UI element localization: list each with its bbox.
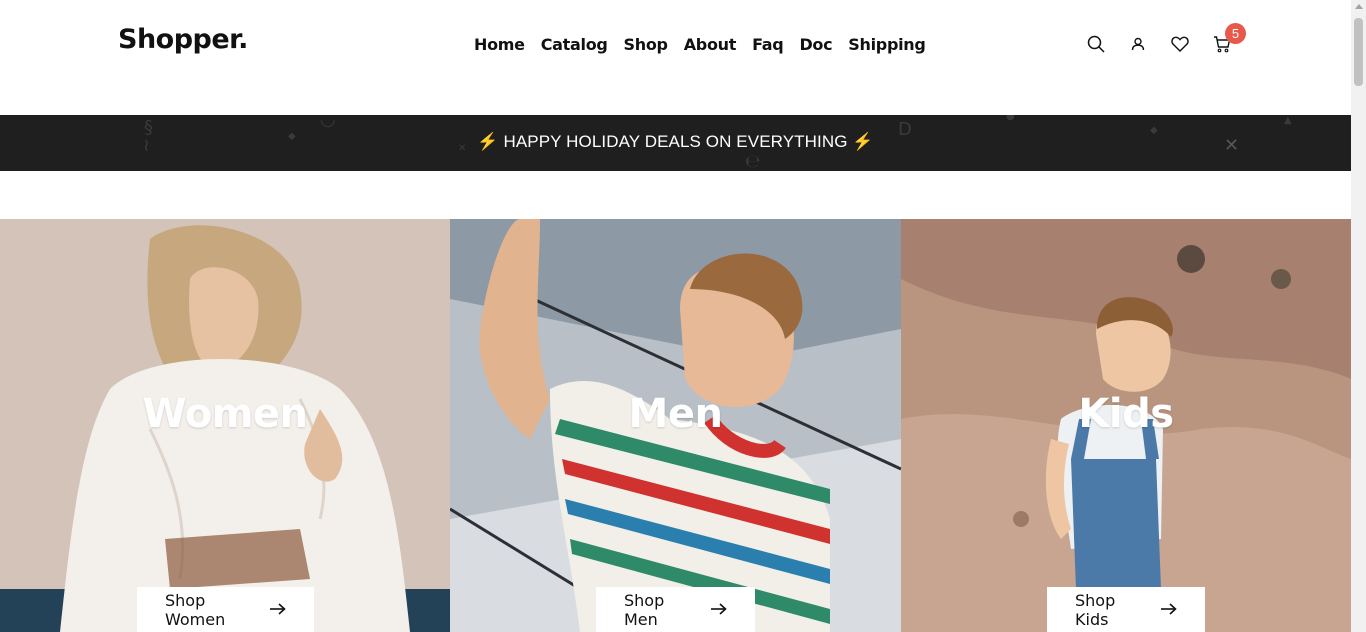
shop-kids-button[interactable]: Shop Kids — [1047, 587, 1205, 632]
doodle-decoration: ℮ — [745, 151, 761, 171]
doodle-decoration: ◡ — [320, 115, 336, 130]
doodle-decoration: ▲ — [1284, 115, 1292, 126]
nav-about[interactable]: About — [684, 35, 737, 54]
button-label: Shop Kids — [1075, 590, 1116, 629]
heart-icon[interactable] — [1170, 34, 1190, 54]
cart-icon[interactable]: 5 — [1212, 23, 1246, 54]
header-icons: 5 — [1086, 23, 1246, 54]
button-label: Shop Women — [165, 590, 226, 629]
logo[interactable]: Shopper. — [118, 24, 248, 55]
tile-title: Men — [628, 391, 723, 437]
search-icon[interactable] — [1086, 34, 1106, 54]
main-nav: Home Catalog Shop About Faq Doc Shipping — [474, 35, 942, 54]
category-tile-kids[interactable]: Kids Shop Kids — [901, 219, 1351, 632]
site-header: Shopper. Home Catalog Shop About Faq Doc… — [0, 0, 1351, 115]
arrow-right-icon — [711, 599, 727, 620]
scroll-up-arrow-icon[interactable] — [1355, 4, 1363, 9]
category-tile-men[interactable]: Men Shop Men — [450, 219, 901, 632]
tile-title: Kids — [1078, 391, 1174, 437]
promo-text: ⚡️ HAPPY HOLIDAY DEALS ON EVERYTHING ⚡️ — [477, 132, 874, 151]
page-scrollbar[interactable] — [1351, 0, 1366, 632]
cart-count-badge: 5 — [1225, 23, 1246, 44]
shop-men-button[interactable]: Shop Men — [596, 587, 755, 632]
nav-shop[interactable]: Shop — [624, 35, 668, 54]
promo-bar: § ≀ ◆ ◡ ✕ D ℮ ◆ ▲ ● ✕ ⚡️ HAPPY HOLIDAY D… — [0, 115, 1351, 171]
user-icon[interactable] — [1128, 34, 1148, 54]
nav-home[interactable]: Home — [474, 35, 525, 54]
arrow-right-icon — [1161, 599, 1177, 620]
nav-faq[interactable]: Faq — [752, 35, 784, 54]
nav-shipping[interactable]: Shipping — [848, 35, 926, 54]
doodle-decoration: ● — [1006, 115, 1015, 122]
tile-title: Women — [142, 391, 308, 437]
nav-doc[interactable]: Doc — [799, 35, 832, 54]
button-label: Shop Men — [624, 590, 665, 629]
category-tiles: Women Shop Women Men Shop Men Kids Shop … — [0, 219, 1351, 632]
scrollbar-thumb[interactable] — [1354, 18, 1363, 86]
nav-catalog[interactable]: Catalog — [541, 35, 608, 54]
shop-women-button[interactable]: Shop Women — [137, 587, 314, 632]
category-tile-women[interactable]: Women Shop Women — [0, 219, 450, 632]
arrow-right-icon — [270, 599, 286, 620]
